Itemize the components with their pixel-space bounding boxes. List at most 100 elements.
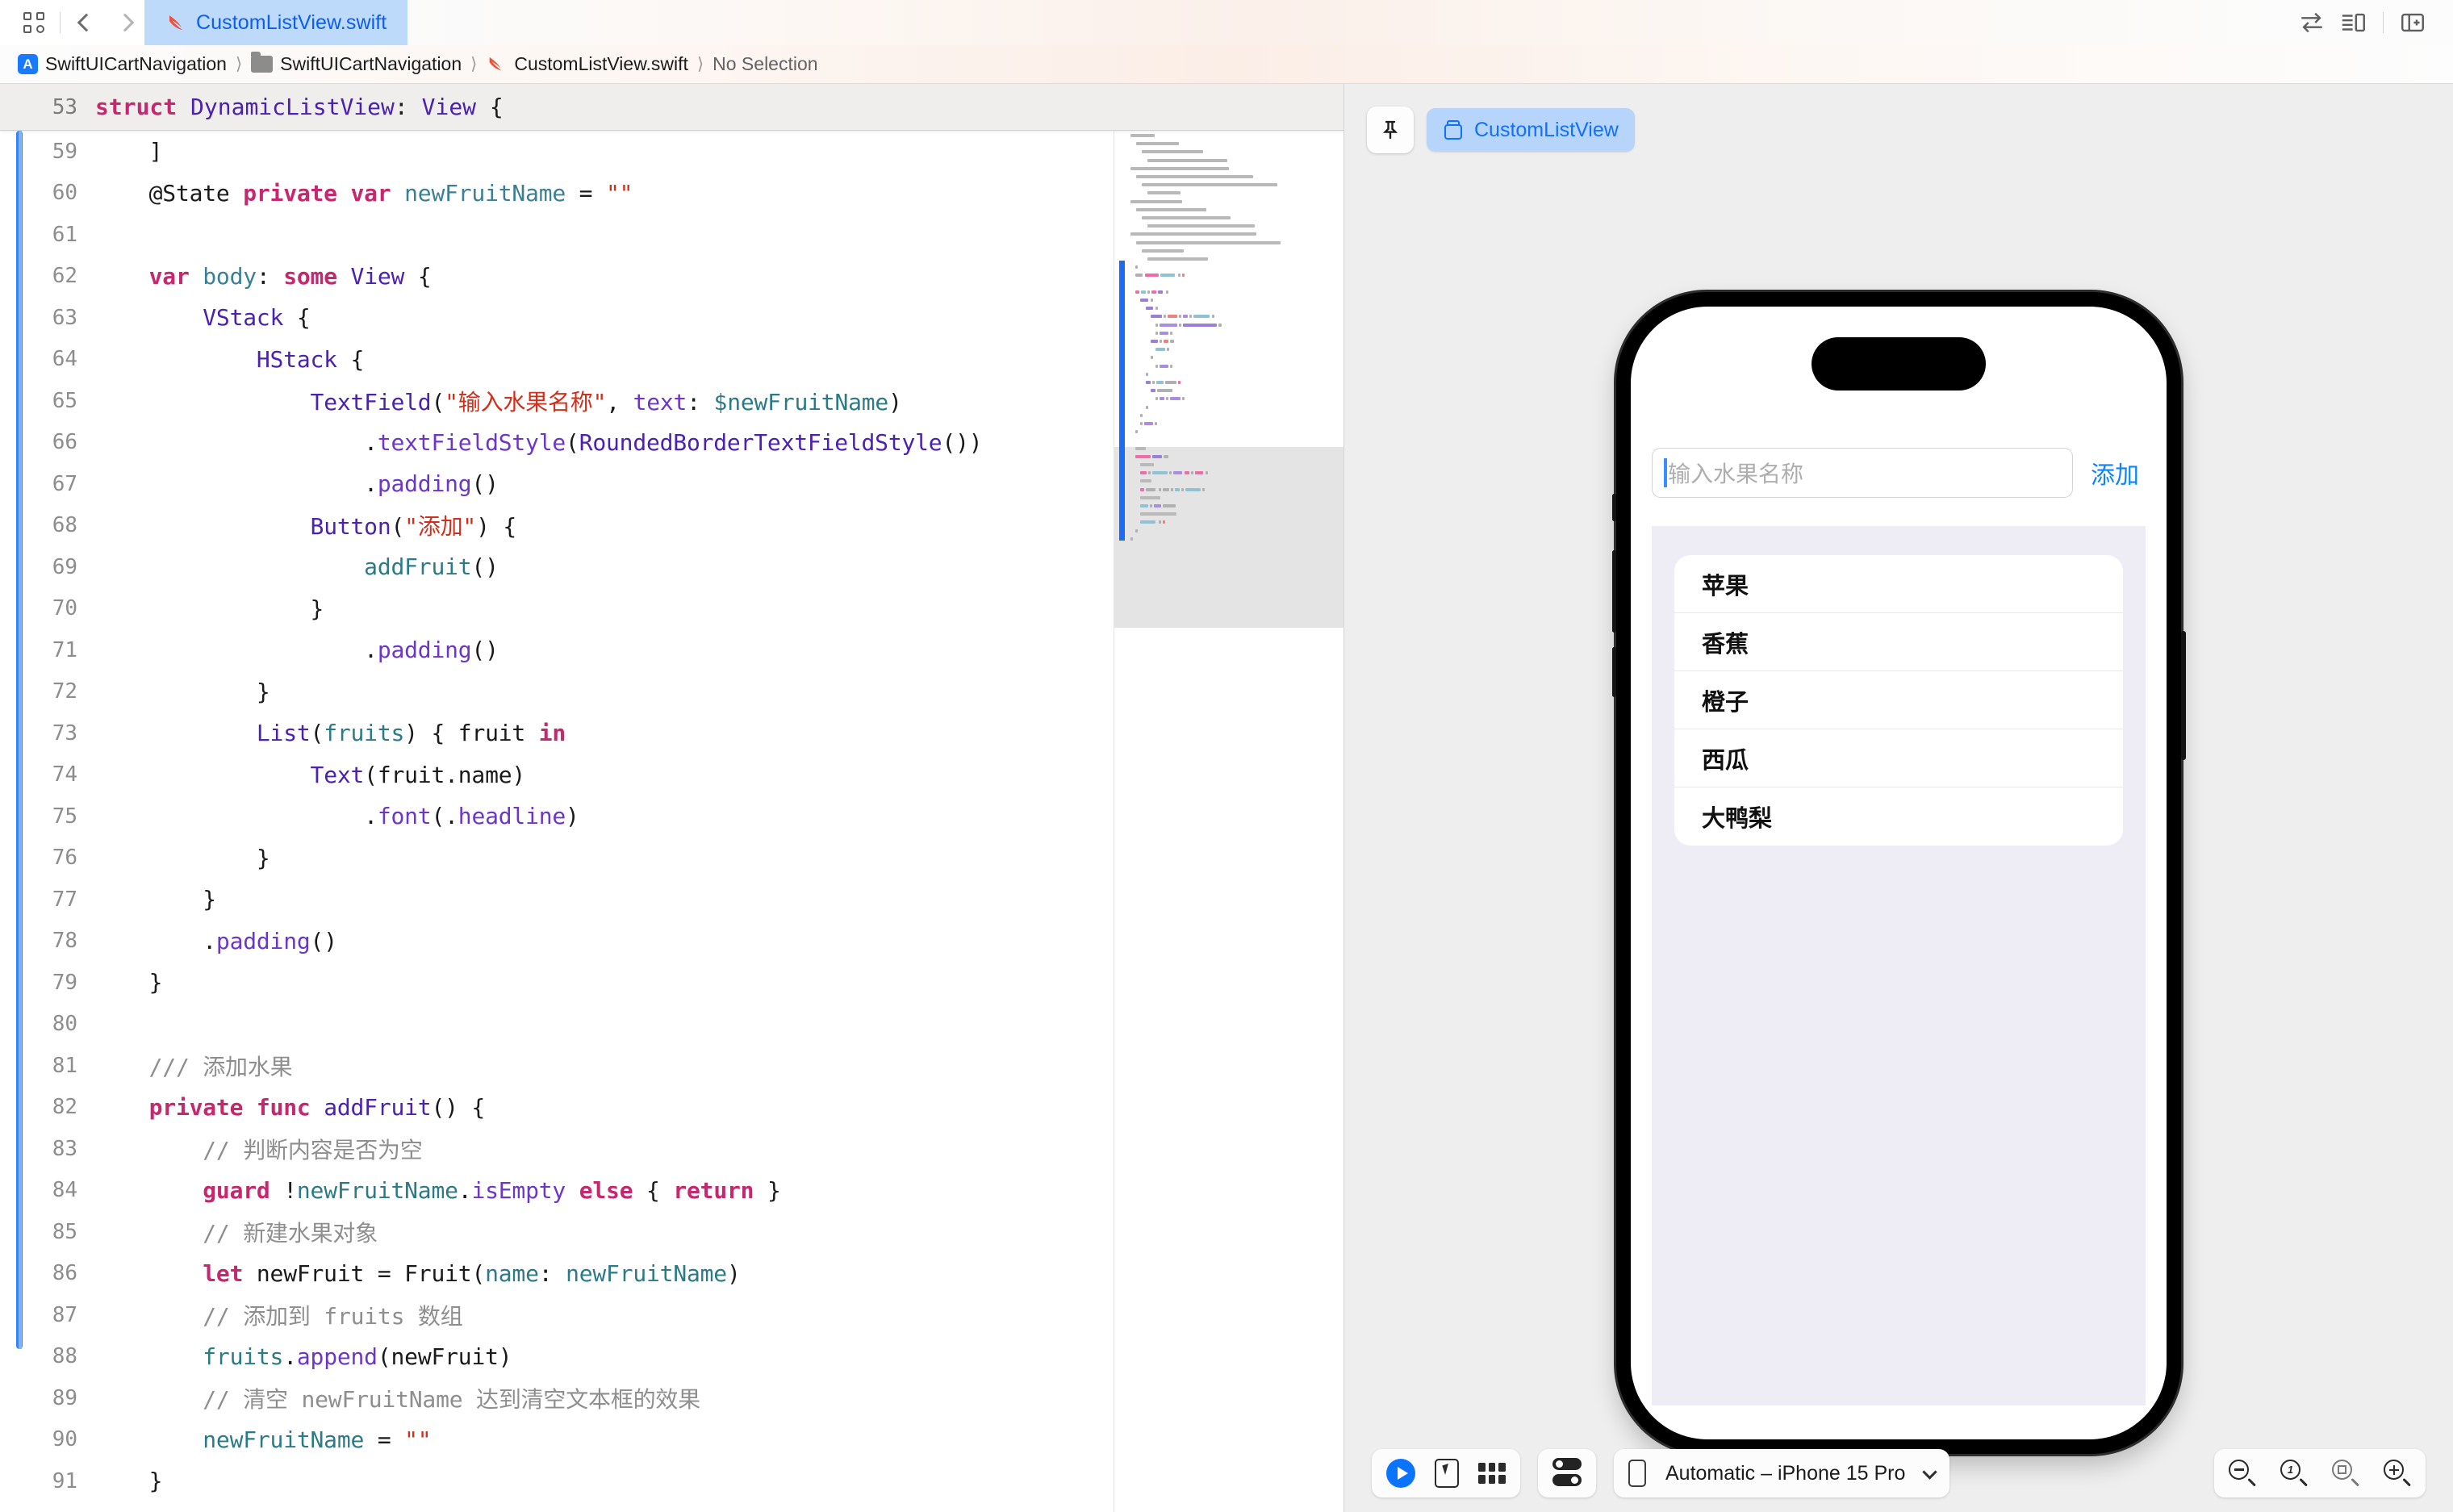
minimap-token (1150, 315, 1162, 319)
chevron-left-icon[interactable] (67, 3, 106, 42)
zoom-in-icon[interactable] (2384, 1460, 2411, 1487)
minimap-token (1155, 364, 1158, 368)
code-token: // 清空 newFruitName 达到清空文本框的效果 (95, 1385, 701, 1413)
preview-name-pill[interactable]: CustomListView (1427, 108, 1635, 152)
line-number: 85 (52, 1219, 77, 1244)
code-token: ( (471, 1259, 486, 1287)
line-number: 62 (52, 264, 77, 289)
code-editor[interactable]: 53 struct DynamicListView: View { 59 ] 60… (0, 84, 1344, 1512)
preview-canvas[interactable]: CustomListView 输入水果名称 添加 苹果 香蕉 橙子 西瓜 大鸭梨… (1344, 84, 2453, 1512)
minimap-token (1153, 504, 1161, 507)
minimap-token (1178, 381, 1181, 384)
breadcrumb-item-project[interactable]: A SwiftUICartNavigation (13, 53, 232, 75)
code-text: } (95, 886, 216, 913)
code-token: } (95, 886, 216, 913)
code-token: } (95, 844, 270, 871)
code-token: . (95, 428, 378, 456)
inspector-list-icon[interactable] (2334, 3, 2373, 42)
play-icon[interactable] (1386, 1459, 1415, 1488)
zoom-out-icon[interactable] (2229, 1460, 2256, 1487)
breadcrumb-item-folder[interactable]: SwiftUICartNavigation (246, 52, 466, 75)
editor-tab-customlistview[interactable]: CustomListView.swift (144, 0, 408, 45)
code-token: () { (431, 1093, 486, 1121)
minimap-token (1140, 512, 1177, 516)
edited-lines-indicator (16, 131, 23, 1349)
minimap-token (1140, 520, 1155, 524)
xcode-window: CustomListView.swift A SwiftUICartNaviga… (0, 0, 2453, 1512)
code-text: .font(.headline) (95, 803, 579, 829)
line-number: 72 (52, 679, 77, 704)
breadcrumb-item-file[interactable]: CustomListView.swift (481, 53, 693, 75)
fruit-list-item[interactable]: 苹果 (1674, 555, 2123, 613)
minimap-token (1135, 290, 1139, 294)
line-number: 75 (52, 804, 77, 829)
minimap-token (1155, 397, 1158, 401)
compare-icon[interactable] (2292, 3, 2331, 42)
minimap-token (1145, 405, 1148, 409)
chevron-right-icon[interactable] (106, 3, 144, 42)
minimap-token (1178, 323, 1181, 327)
cursor-select-icon[interactable] (1435, 1459, 1459, 1488)
minimap-token (1145, 381, 1151, 384)
device-screen[interactable]: 输入水果名称 添加 苹果 香蕉 橙子 西瓜 大鸭梨 (1631, 307, 2167, 1439)
code-token: newFruitName (203, 1426, 365, 1453)
sticky-declaration-line: 53 struct DynamicListView: View { (0, 84, 1344, 131)
toggles-icon[interactable] (1552, 1458, 1582, 1489)
code-text: guard !newFruitName.isEmpty else { retur… (95, 1177, 781, 1204)
tab-bar: CustomListView.swift (0, 0, 2453, 45)
add-fruit-button[interactable]: 添加 (2091, 455, 2146, 491)
code-text: VStack { (95, 304, 311, 332)
breadcrumb-item-selection[interactable]: No Selection (708, 53, 822, 75)
minimap-line (1136, 175, 1253, 178)
minimap-token (1150, 340, 1159, 343)
pin-icon[interactable] (1367, 107, 1414, 153)
minimap-line (1130, 232, 1256, 236)
code-token: () (471, 470, 499, 498)
add-panel-icon[interactable] (2393, 3, 2432, 42)
minimap-token (1177, 274, 1181, 278)
zoom-fit-icon[interactable] (2332, 1460, 2359, 1487)
minimap-token (1135, 265, 1139, 269)
minimap-token (1157, 389, 1172, 393)
line-number: 59 (52, 139, 77, 164)
minimap-token (1140, 463, 1155, 466)
fruit-list[interactable]: 苹果 香蕉 橙子 西瓜 大鸭梨 (1674, 555, 2123, 846)
fruit-name-input[interactable]: 输入水果名称 (1652, 448, 2073, 498)
code-text: .padding() (95, 470, 499, 497)
code-token: : (687, 388, 714, 416)
device-selector[interactable]: Automatic – iPhone 15 Pro (1614, 1449, 1950, 1497)
code-token: @State (95, 179, 244, 207)
code-minimap[interactable] (1114, 131, 1344, 1512)
code-text: } (95, 679, 270, 705)
fruit-list-item[interactable]: 香蕉 (1674, 613, 2123, 671)
line-number: 71 (52, 637, 77, 662)
line-number: 89 (52, 1385, 77, 1410)
code-token: { (283, 304, 311, 332)
line-number: 79 (52, 970, 77, 995)
minimap-token (1150, 356, 1153, 360)
minimap-token (1182, 323, 1217, 327)
code-token: Fruit (404, 1259, 472, 1287)
swift-icon (165, 13, 186, 32)
code-token: { (404, 262, 432, 290)
zoom-100-icon[interactable]: 1 (2280, 1460, 2308, 1487)
fruit-list-item[interactable]: 大鸭梨 (1674, 787, 2123, 846)
code-token: addFruit (364, 553, 472, 581)
minimap-line (1142, 150, 1203, 154)
code-token: TextField (310, 388, 432, 416)
minimap-token (1158, 520, 1161, 524)
code-token: = (566, 179, 606, 207)
minimap-token (1155, 348, 1166, 352)
breadcrumb-separator: ⟩ (470, 55, 478, 73)
code-token: RoundedBorderTextFieldStyle (579, 428, 942, 456)
code-token: . (458, 1176, 472, 1204)
fruit-list-item[interactable]: 橙子 (1674, 671, 2123, 729)
grid-icon[interactable] (15, 3, 53, 42)
code-token: } (95, 1468, 163, 1495)
variants-grid-icon[interactable] (1478, 1463, 1506, 1484)
fruit-list-item[interactable]: 西瓜 (1674, 729, 2123, 787)
code-token: (newFruit) (377, 1343, 512, 1370)
